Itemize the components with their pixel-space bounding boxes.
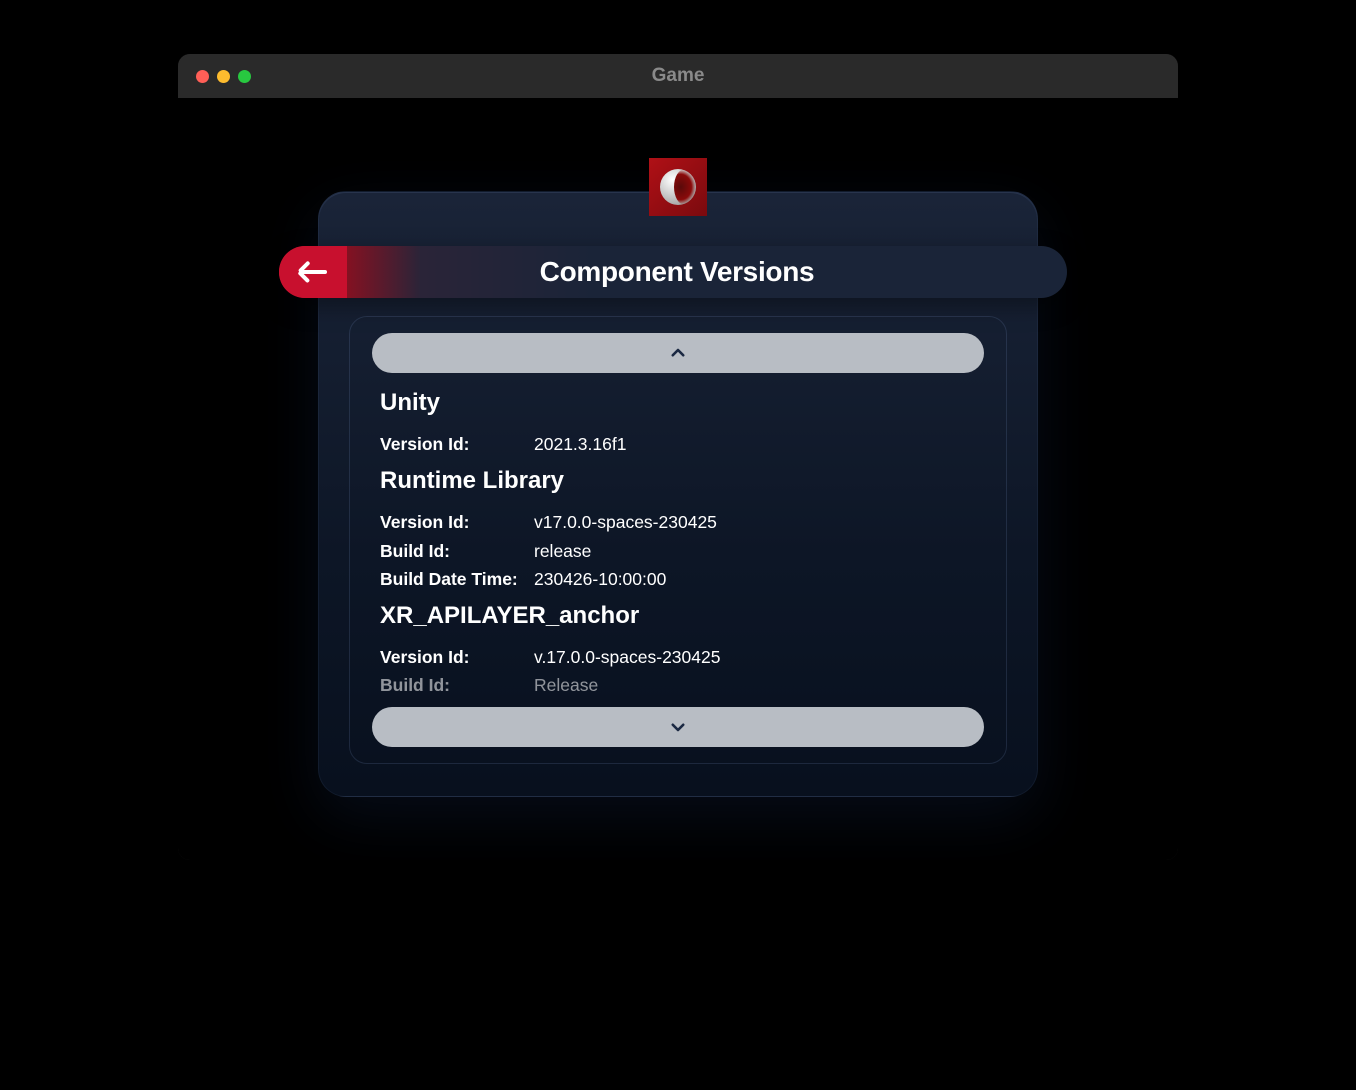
runtime-build-date-row: Build Date Time: 230426-10:00:00	[380, 566, 976, 592]
section-title-apilayer: XR_APILAYER_anchor	[380, 602, 976, 630]
apilayer-build-id-value: Release	[534, 672, 598, 698]
scroll-up-button[interactable]	[372, 333, 984, 373]
maximize-window-button[interactable]	[238, 70, 251, 83]
apilayer-version-row: Version Id: v.17.0.0-spaces-230425	[380, 644, 976, 670]
section-title-unity: Unity	[380, 389, 976, 417]
label-build-date-time: Build Date Time:	[380, 566, 534, 592]
game-viewport: Component Versions Unity Version Id: 202…	[178, 98, 1178, 860]
brand-logo-icon	[660, 169, 696, 205]
unity-version-value: 2021.3.16f1	[534, 431, 626, 457]
panel-title: Component Versions	[347, 256, 1067, 288]
apilayer-details: Version Id: v.17.0.0-spaces-230425 Build…	[380, 644, 976, 699]
scroll-down-button[interactable]	[372, 707, 984, 747]
apilayer-build-id-row: Build Id: Release	[380, 672, 976, 698]
label-build-id: Build Id:	[380, 672, 534, 698]
unity-version-row: Version Id: 2021.3.16f1	[380, 431, 976, 457]
label-version-id: Version Id:	[380, 509, 534, 535]
label-build-id: Build Id:	[380, 538, 534, 564]
traffic-lights	[178, 70, 251, 83]
titlebar: Game	[178, 54, 1178, 98]
component-versions-panel: Component Versions Unity Version Id: 202…	[318, 191, 1038, 797]
brand-logo	[649, 158, 707, 216]
apilayer-version-value: v.17.0.0-spaces-230425	[534, 644, 720, 670]
unity-details: Version Id: 2021.3.16f1	[380, 431, 976, 457]
chevron-up-icon	[669, 344, 687, 362]
runtime-version-value: v17.0.0-spaces-230425	[534, 509, 717, 535]
panel-header: Component Versions	[279, 246, 1067, 298]
back-arrow-icon	[299, 270, 327, 274]
minimize-window-button[interactable]	[217, 70, 230, 83]
label-version-id: Version Id:	[380, 431, 534, 457]
window-title: Game	[652, 65, 705, 87]
runtime-build-date-value: 230426-10:00:00	[534, 566, 666, 592]
runtime-details: Version Id: v17.0.0-spaces-230425 Build …	[380, 509, 976, 592]
chevron-down-icon	[669, 718, 687, 736]
scroll-area: Unity Version Id: 2021.3.16f1 Runtime Li…	[349, 316, 1007, 764]
runtime-version-row: Version Id: v17.0.0-spaces-230425	[380, 509, 976, 535]
runtime-build-id-value: release	[534, 538, 591, 564]
runtime-build-id-row: Build Id: release	[380, 538, 976, 564]
back-button[interactable]	[279, 246, 347, 298]
scroll-content[interactable]: Unity Version Id: 2021.3.16f1 Runtime Li…	[372, 373, 984, 707]
app-window: Game Component Versions Unity	[178, 54, 1178, 860]
close-window-button[interactable]	[196, 70, 209, 83]
label-version-id: Version Id:	[380, 644, 534, 670]
section-title-runtime: Runtime Library	[380, 467, 976, 495]
